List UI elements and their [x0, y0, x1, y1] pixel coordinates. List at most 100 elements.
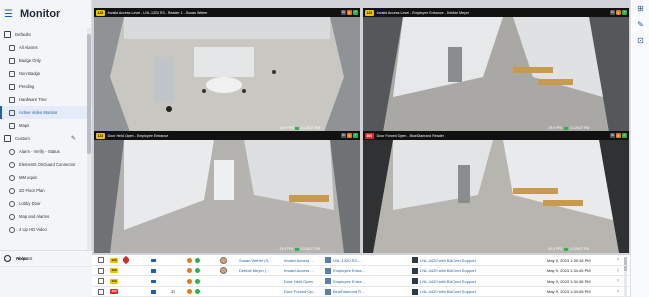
- camera-icon[interactable]: [151, 290, 156, 294]
- sidebar-item-0-0[interactable]: All Alarms: [0, 41, 92, 54]
- flame-icon[interactable]: [187, 289, 192, 295]
- circle-icon: [9, 148, 15, 155]
- camera-icon[interactable]: [151, 269, 156, 273]
- sidebar-group-0[interactable]: Defaults: [0, 28, 92, 41]
- hamburger-arrow-icon[interactable]: ☰: [4, 9, 18, 20]
- alarm-table: 123 Susan Weber (S... Invalid Access ... LN…: [92, 254, 630, 297]
- table-cell: [220, 255, 227, 266]
- panel-link[interactable]: LNL-4420 with BACnet Support: [420, 289, 476, 294]
- table-row[interactable]: 123 Debbie Meyer (... Invalid Access ... Em…: [92, 266, 630, 277]
- sidebar-item-0-6[interactable]: Maps: [0, 119, 92, 132]
- alarm-description-link[interactable]: Door Held Open: [284, 279, 313, 284]
- flame-icon[interactable]: 🔥: [616, 133, 621, 138]
- panel-link[interactable]: LNL-4420 with BACnet Support: [420, 268, 476, 273]
- cardholder-link[interactable]: Susan Weber (S...: [239, 258, 272, 263]
- sidebar-scrollbar[interactable]: [87, 28, 91, 250]
- row-checkbox[interactable]: [98, 257, 104, 264]
- cardholder-link[interactable]: Debbie Meyer (...: [239, 268, 270, 273]
- device-link[interactable]: Employee Entra...: [333, 268, 365, 273]
- flame-icon[interactable]: 🔥: [616, 10, 621, 15]
- check-icon[interactable]: ✓: [353, 10, 358, 15]
- chevron-right-icon[interactable]: ›: [617, 268, 619, 274]
- sidebar-item-0-5[interactable]: Active Video Monitor: [0, 106, 92, 119]
- alarm-description-link[interactable]: Door Forced Op...: [284, 289, 316, 294]
- camera-icon[interactable]: [151, 258, 156, 262]
- camera-icon[interactable]: [151, 279, 156, 283]
- sidebar-item-1-1[interactable]: Elements OnGuard Connector: [0, 158, 92, 171]
- check-icon[interactable]: [195, 278, 200, 284]
- pencil-icon[interactable]: ✎: [71, 135, 76, 142]
- sidebar-item-1-6[interactable]: 4 Up HD Video: [0, 223, 92, 236]
- sidebar-scrollbar-thumb[interactable]: [87, 34, 91, 154]
- avatar: [220, 267, 227, 275]
- row-checkbox[interactable]: [98, 288, 104, 295]
- layout-icon[interactable]: ⧉: [610, 133, 615, 138]
- video-tile[interactable]: 123 Door Held Open - Employee Entrance ⧉ 🔥 ✓…: [94, 131, 360, 253]
- table-cell: May 9, 2023 1:34:45 PM: [547, 266, 617, 277]
- sidebar-item-label: Lobby Door: [19, 201, 41, 206]
- video-tile-title: Invalid Access Level - Employee Entrance…: [376, 10, 470, 15]
- grid-layout-icon[interactable]: ⊞: [631, 0, 649, 16]
- row-checkbox[interactable]: [98, 267, 104, 274]
- video-tile[interactable]: 123 Invalid Access Level - LNL-1320 R3 - …: [94, 8, 360, 132]
- panel-link[interactable]: LNL-4420 with BACnet Support: [420, 258, 476, 263]
- device-link[interactable]: Employee Entra...: [333, 279, 365, 284]
- check-icon[interactable]: ✓: [622, 10, 627, 15]
- sidebar-item-1-3[interactable]: 2D Floor Plan: [0, 184, 92, 197]
- flame-icon[interactable]: [187, 268, 192, 274]
- table-cell: [239, 287, 281, 297]
- table-row[interactable]: 123 Susan Weber (S... Invalid Access ... LN…: [92, 255, 630, 266]
- video-icon: [9, 109, 15, 116]
- sidebar-group-label: Defaults: [15, 32, 31, 37]
- check-icon[interactable]: [195, 289, 200, 295]
- panel-link[interactable]: LNL-4420 with BACnet Support: [420, 279, 476, 284]
- device-link[interactable]: LNL-1320 R3 -...: [333, 258, 363, 263]
- table-cell: [151, 255, 156, 266]
- layout-icon[interactable]: ⧉: [341, 10, 346, 15]
- draw-icon[interactable]: ✎: [631, 16, 649, 32]
- layout-icon[interactable]: ⧉: [610, 10, 615, 15]
- sidebar-item-1-0[interactable]: Alarm - Verify - Status: [0, 145, 92, 158]
- video-tile[interactable]: 300 Door Forced Open - BlueDiamond Reader…: [363, 131, 629, 253]
- sidebar-item-1-4[interactable]: Lobby Door: [0, 197, 92, 210]
- table-cell: 123: [110, 266, 118, 277]
- layout-icon[interactable]: ⧉: [341, 133, 346, 138]
- app-title: Monitor: [20, 8, 61, 20]
- circle-icon: [9, 174, 15, 181]
- alarm-description-link[interactable]: Invalid Access ...: [284, 268, 314, 273]
- sidebar-item-0-4[interactable]: Hardware Tree: [0, 93, 92, 106]
- flame-icon[interactable]: [187, 278, 192, 284]
- check-icon[interactable]: ✓: [353, 133, 358, 138]
- help-icon: [4, 255, 11, 262]
- alarm-list-icon: [9, 44, 15, 51]
- chevron-right-icon[interactable]: ›: [617, 257, 619, 263]
- chevron-right-icon[interactable]: ›: [617, 289, 619, 295]
- device-link[interactable]: BlueDiamond R...: [333, 289, 364, 294]
- sidebar-item-1-2[interactable]: MM equin: [0, 171, 92, 184]
- add-screen-icon[interactable]: ⊡: [631, 32, 649, 48]
- video-tile[interactable]: 123 Invalid Access Level - Employee Entra…: [363, 8, 629, 132]
- flame-icon[interactable]: 🔥: [347, 133, 352, 138]
- table-cell: 300: [110, 287, 118, 297]
- sidebar-item-0-2[interactable]: Non-Badge: [0, 67, 92, 80]
- check-icon[interactable]: [195, 257, 200, 263]
- row-checkbox[interactable]: [98, 278, 104, 285]
- check-icon[interactable]: ✓: [622, 133, 627, 138]
- table-cell: BlueDiamond R...: [325, 287, 373, 297]
- table-row[interactable]: 300 33 Door Forced Op... BlueDiamond R... LN…: [92, 287, 630, 297]
- flame-icon[interactable]: 🔥: [347, 10, 352, 15]
- sidebar-item-1-5[interactable]: Map and Alarms: [0, 210, 92, 223]
- sidebar-item-label: Hardware Tree: [19, 97, 47, 102]
- sidebar-item-0-1[interactable]: Badge Only: [0, 54, 92, 67]
- priority-badge: 123: [96, 9, 105, 16]
- sidebar-group-1[interactable]: Custom ✎: [0, 132, 92, 145]
- check-icon[interactable]: [195, 268, 200, 274]
- chevron-right-icon[interactable]: ›: [617, 278, 619, 284]
- sidebar-item-0-3[interactable]: Pending: [0, 80, 92, 93]
- priority-badge: 123: [110, 278, 118, 284]
- flame-icon[interactable]: [187, 257, 192, 263]
- table-row[interactable]: 123 Door Held Open Employee Entra... LNL-44…: [92, 276, 630, 287]
- table-cell: [195, 255, 200, 266]
- alarm-description-link[interactable]: Invalid Access ...: [284, 258, 314, 263]
- video-tile-actions: ⧉ 🔥 ✓: [610, 10, 627, 15]
